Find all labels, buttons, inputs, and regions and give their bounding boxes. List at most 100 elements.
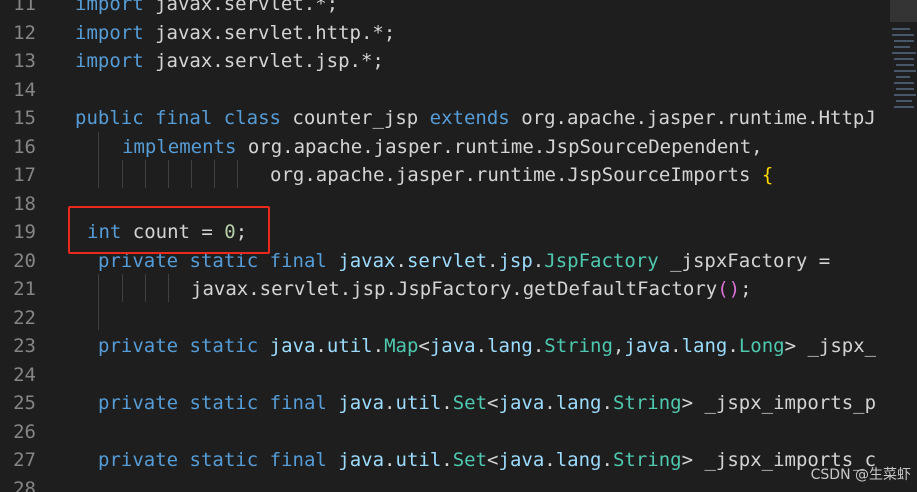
code-token: String [612, 449, 682, 471]
code-line[interactable]: 22 [0, 304, 880, 332]
code-token: . [475, 335, 488, 357]
minimap-line [896, 76, 910, 78]
code-line[interactable]: 25 private static final java.util.Set<jav… [0, 389, 880, 417]
line-number: 12 [13, 21, 36, 44]
code-line[interactable]: 28 [0, 475, 880, 492]
code-token: import [75, 0, 144, 15]
code-token: java [429, 335, 476, 357]
code-token: > _jspx_imports_p [681, 392, 877, 414]
code-token: . [532, 249, 545, 272]
code-line[interactable]: 14 [0, 76, 880, 104]
code-token: < [487, 449, 499, 471]
code-token: , [612, 335, 625, 357]
code-token: static [189, 392, 259, 414]
code-token: . [544, 392, 556, 414]
code-line[interactable]: 15 public final class counter_jsp extends… [0, 104, 880, 132]
code-token: import [75, 21, 144, 44]
code-line[interactable]: 13 import javax.servlet.jsp.*; [0, 47, 880, 75]
line-number: 16 [13, 135, 36, 158]
code-token: org.apache.jasper.runtime.JspSourceDepen… [236, 135, 763, 158]
minimap-line [894, 40, 914, 42]
minimap[interactable] [890, 0, 917, 492]
line-number: 24 [13, 363, 36, 386]
code-token: () [717, 278, 741, 300]
code-token: . [384, 392, 396, 414]
code-token: . [532, 335, 545, 357]
code-line[interactable]: 11 import javax.servlet.*; [0, 0, 880, 18]
code-token: . [315, 335, 327, 357]
line-code: import javax.servlet.http.*; [75, 19, 395, 47]
code-token: lang [487, 335, 533, 357]
code-token: . [544, 449, 556, 471]
line-code: import javax.servlet.*; [75, 0, 338, 18]
code-token: util [395, 392, 442, 414]
line-number: 23 [13, 335, 36, 357]
line-number: 17 [13, 164, 36, 186]
code-token: javax.servlet.*; [143, 0, 339, 15]
code-line[interactable]: 26 [0, 418, 880, 446]
code-token: import [75, 50, 144, 72]
code-token: lang [555, 449, 602, 471]
code-line[interactable]: 12 import javax.servlet.http.*; [0, 19, 880, 47]
code-token: org.apache.jasper.runtime.JspSourceImpor… [270, 164, 762, 186]
code-token: util [326, 335, 373, 357]
minimap-line [894, 82, 914, 84]
code-token: java [338, 392, 385, 414]
code-token: javax [338, 249, 396, 272]
code-token: Set [452, 449, 488, 471]
minimap-line [892, 34, 914, 36]
line-code: private static final java.util.Set<java.… [98, 389, 876, 417]
code-token: java [498, 449, 545, 471]
code-token: org.apache.jasper.runtime.HttpJ [509, 107, 876, 129]
line-number: 26 [13, 420, 36, 443]
minimap-line [896, 100, 912, 102]
code-line[interactable]: 21 javax.servlet.jsp.JspFactory.getDefaul… [0, 275, 880, 303]
code-token: ; [740, 278, 752, 300]
code-token: final [269, 249, 327, 272]
minimap-line [896, 88, 914, 90]
minimap-slider[interactable] [890, 0, 917, 22]
code-token: private [98, 449, 179, 471]
code-token: . [395, 249, 407, 272]
code-token: . [372, 335, 385, 357]
code-token: final [269, 449, 327, 471]
code-token: javax.servlet.jsp.JspFactory.getDefaultF… [191, 278, 718, 300]
code-token: java [269, 335, 316, 357]
code-token: java [498, 392, 545, 414]
code-token: public [75, 107, 144, 129]
code-token: _jspxFactory = [658, 249, 831, 272]
code-token: < [487, 392, 499, 414]
code-token: Map [384, 335, 419, 357]
code-token: final [155, 107, 213, 129]
code-token: implements [122, 135, 237, 158]
code-editor[interactable]: 11 import javax.servlet.*; 12 import javax.… [0, 0, 917, 492]
code-token: { [761, 164, 774, 186]
code-token: Long [738, 335, 785, 357]
code-token: . [670, 335, 682, 357]
line-number: 22 [13, 306, 36, 329]
code-token: . [727, 335, 739, 357]
code-token: final [269, 392, 327, 414]
code-token: counter_jsp [280, 107, 430, 129]
minimap-line [892, 52, 916, 54]
code-line[interactable]: 23 private static java.util.Map<java.lang… [0, 332, 880, 360]
code-line[interactable]: 17 org.apache.jasper.runtime.JspSourceImp… [0, 161, 880, 189]
line-number: 15 [13, 107, 36, 129]
code-token: String [544, 335, 613, 357]
code-token: . [487, 249, 499, 272]
csdn-watermark: CSDN @生菜虾 [810, 467, 911, 483]
code-token: java [624, 335, 671, 357]
code-token: private [98, 392, 179, 414]
code-line[interactable]: 27 private static final java.util.Set<jav… [0, 446, 880, 474]
code-line[interactable]: 24 [0, 361, 880, 389]
minimap-line [892, 28, 910, 30]
code-token: > _jspx_ [784, 335, 877, 357]
code-line[interactable]: 16 implements org.apache.jasper.runtime.J… [0, 133, 880, 161]
line-number: 27 [13, 449, 36, 471]
line-code: org.apache.jasper.runtime.JspSourceImpor… [270, 161, 773, 189]
